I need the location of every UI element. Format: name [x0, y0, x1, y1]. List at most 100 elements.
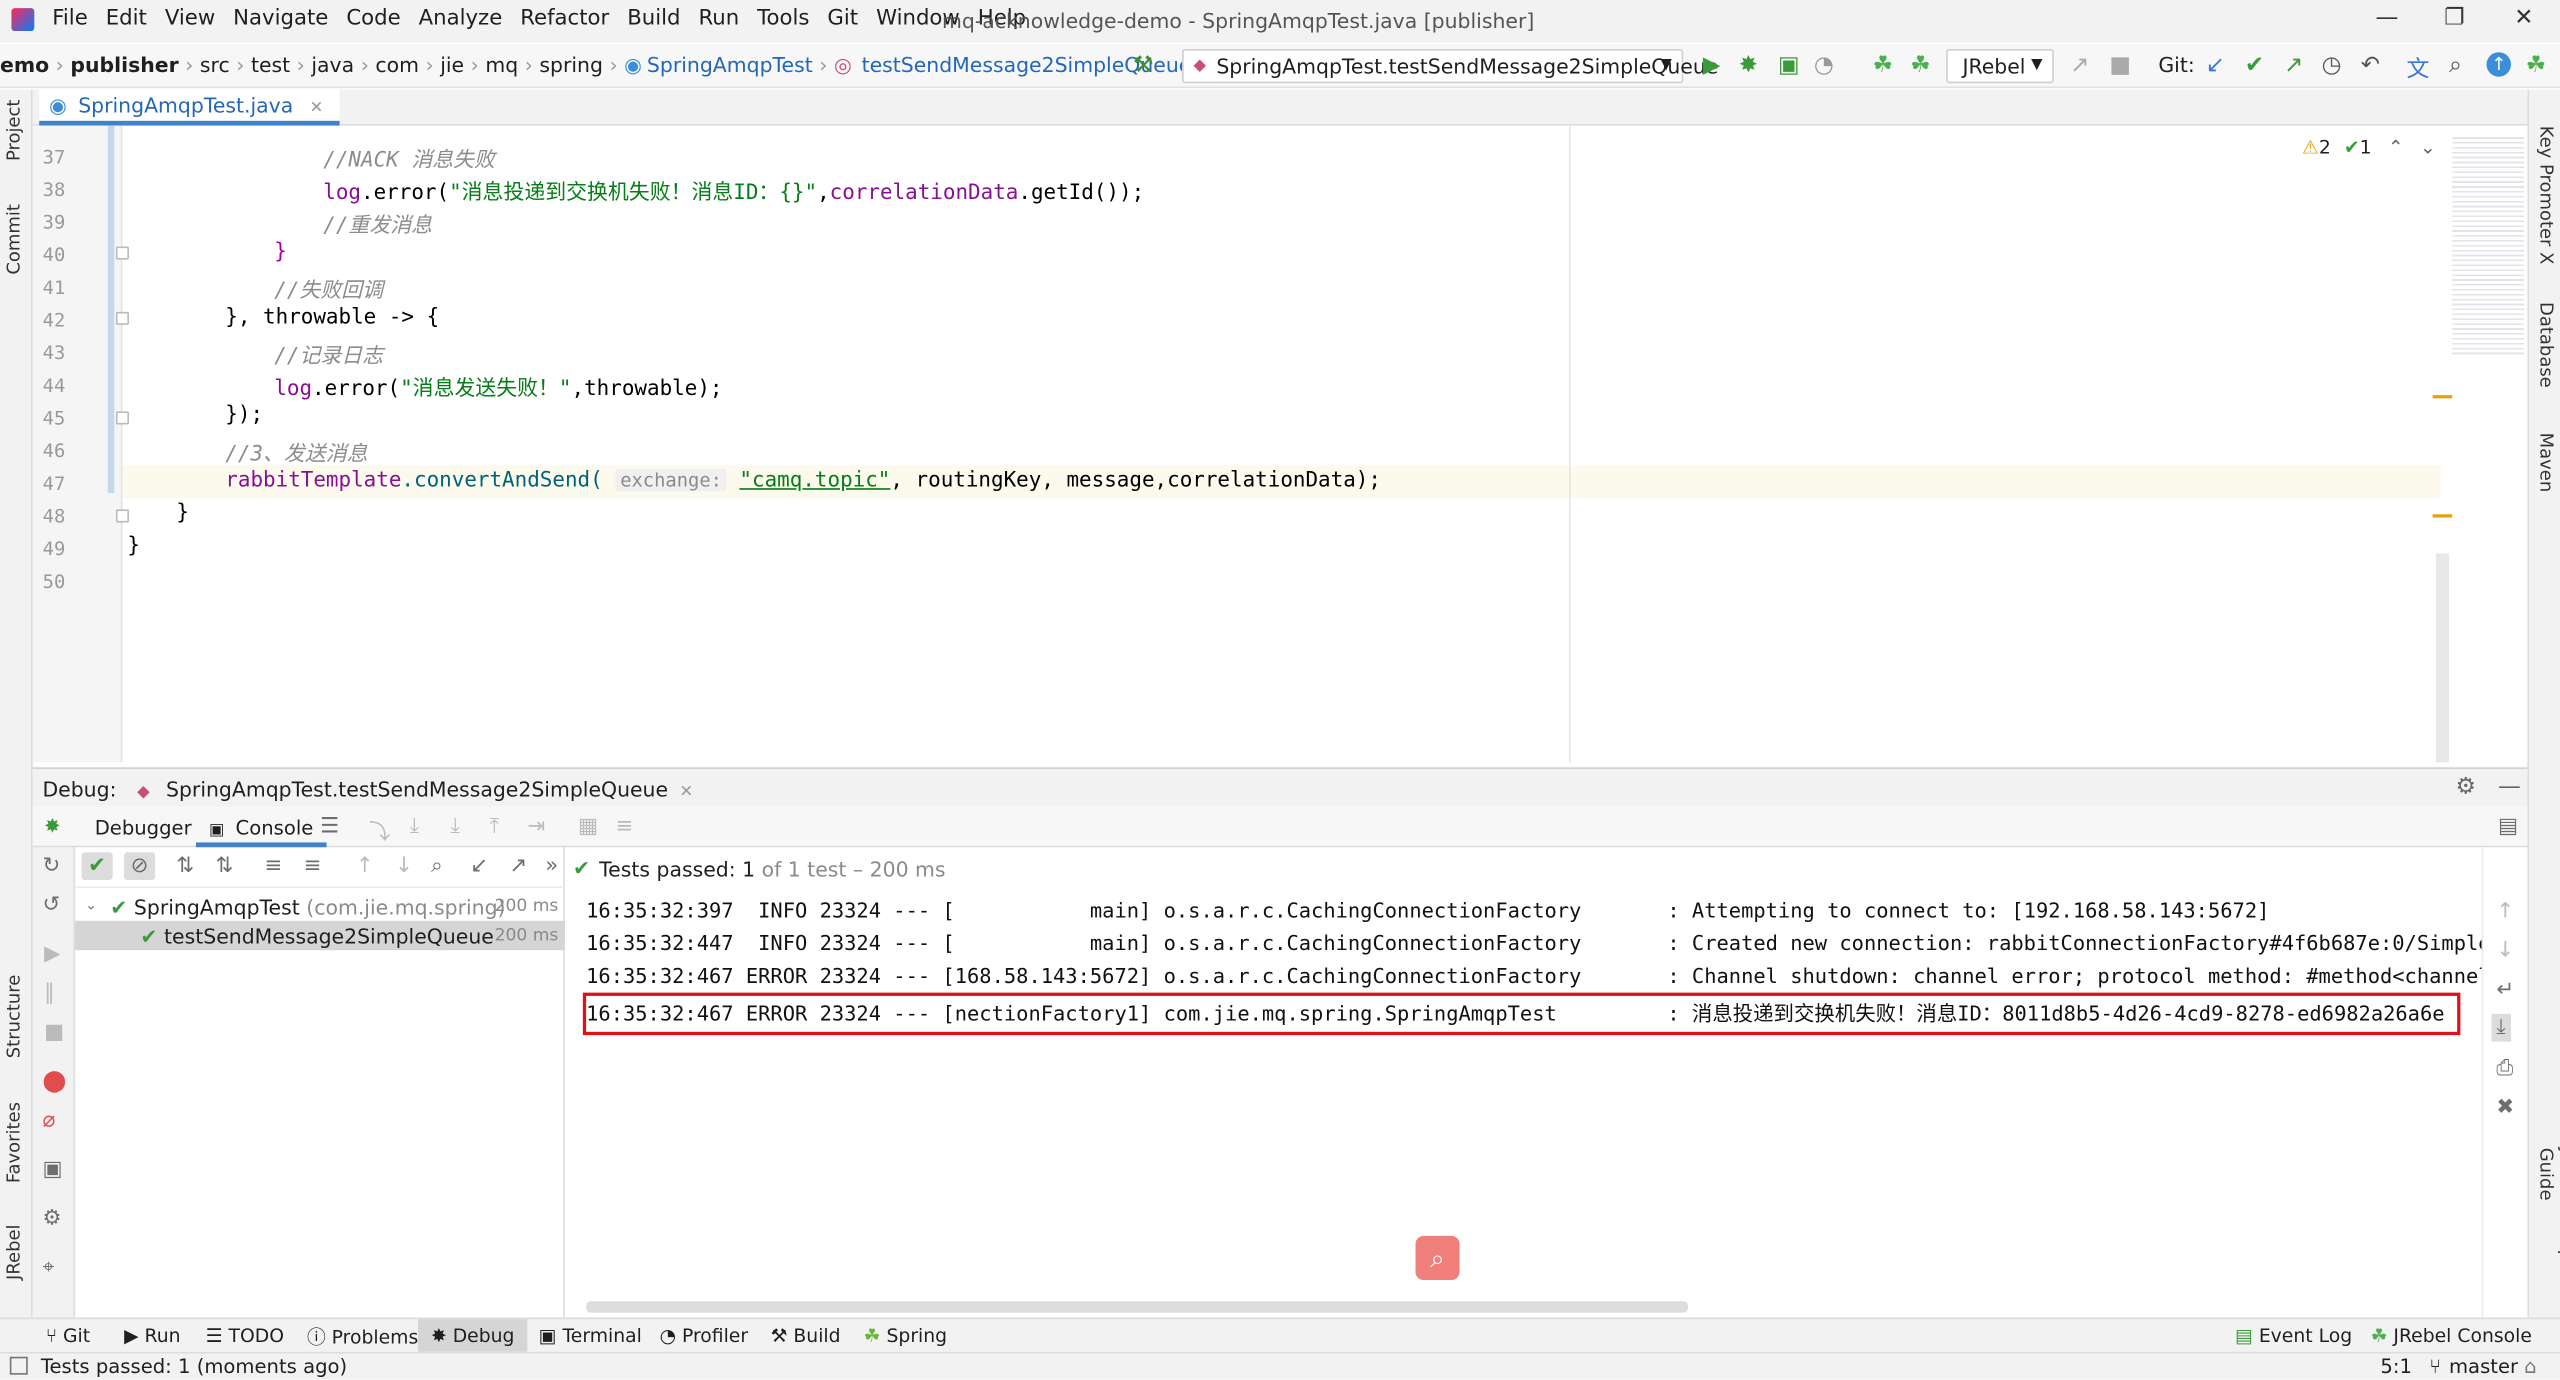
layout-settings-icon[interactable]: ▤ [2498, 815, 2518, 839]
history-icon[interactable]: ◷ [2322, 52, 2342, 78]
tool-profiler[interactable]: ◔ Profiler [660, 1324, 748, 1347]
crumb-src[interactable]: src [200, 52, 230, 76]
menu-run[interactable]: Run [698, 7, 739, 31]
menu-tools[interactable]: Tools [757, 7, 809, 31]
jrebel-select[interactable]: JRebel ▼ [1946, 48, 2054, 84]
menu-analyze[interactable]: Analyze [419, 7, 503, 31]
profile-icon[interactable]: ◔ [1814, 52, 1834, 78]
tool-run[interactable]: ▶ Run [124, 1324, 180, 1347]
more-icon[interactable]: » [545, 854, 558, 878]
crumb-class[interactable]: SpringAmqpTest [647, 52, 813, 76]
scroll-down-icon[interactable]: ↓ [2496, 939, 2514, 963]
tool-jrebel-guide[interactable]: JRebel Setup Guide [2536, 1148, 2560, 1318]
run-icon[interactable]: ▶ [1703, 52, 1721, 78]
translate-icon[interactable]: 文 [2407, 52, 2430, 85]
debug-icon[interactable]: ✸ [1739, 52, 1758, 78]
sort-duration-icon[interactable]: ⇅ [216, 854, 234, 878]
next-failed-icon[interactable]: ↓ [395, 854, 413, 878]
fold-marker[interactable] [115, 509, 129, 523]
tool-debug[interactable]: ✸ Debug [417, 1319, 528, 1352]
tool-spring[interactable]: ☘ Spring [864, 1324, 947, 1347]
run-to-cursor-icon[interactable]: ⇥ [527, 815, 545, 839]
step-over-icon[interactable]: ⤵ [369, 815, 390, 845]
tool-key-promoter[interactable]: Key Promoter X [2536, 126, 2557, 265]
tool-todo[interactable]: ☰ TODO [206, 1324, 284, 1347]
tool-event-log[interactable]: ▤ Event Log [2235, 1324, 2352, 1347]
resume-icon[interactable]: ▶ [44, 942, 60, 966]
jrebel-debug-icon[interactable]: ☘ [1910, 52, 1931, 78]
mute-breakpoints-icon[interactable]: ⌀ [42, 1109, 55, 1133]
tool-maven[interactable]: Maven [2536, 433, 2557, 493]
close-tab-icon[interactable]: ✕ [679, 784, 693, 802]
run-configuration-select[interactable]: ◆ SpringAmqpTest.testSendMessage2SimpleQ… [1182, 48, 1718, 84]
show-ignored-icon[interactable]: ⊘ [124, 852, 155, 880]
stop-icon[interactable]: ■ [2109, 52, 2131, 78]
crumb-spring[interactable]: spring [539, 52, 603, 76]
menu-view[interactable]: View [165, 7, 215, 31]
settings-gear-icon[interactable]: ⚙ [42, 1207, 61, 1231]
crumb-project[interactable]: emo [0, 52, 49, 76]
evaluate-icon[interactable]: ▦ [578, 815, 598, 839]
fold-marker[interactable] [115, 311, 129, 325]
force-step-into-icon[interactable]: ⤓ [451, 815, 460, 839]
scrollbar-thumb[interactable] [2435, 553, 2449, 763]
pin-icon[interactable]: ⌖ [42, 1256, 54, 1280]
rerun-icon[interactable]: ↻ [42, 854, 60, 878]
crumb-java[interactable]: java [311, 52, 354, 76]
caret-position[interactable]: 5:1 [2380, 1355, 2412, 1378]
collapse-all-icon[interactable]: ≡ [304, 854, 322, 878]
tool-structure[interactable]: Structure [3, 975, 24, 1059]
build-hammer-icon[interactable]: ⚒ [1133, 52, 1154, 78]
step-out-icon[interactable]: ⤒ [490, 815, 499, 839]
export-icon[interactable]: ↗ [509, 854, 527, 878]
crumb-test[interactable]: test [251, 52, 290, 76]
search-bubble-icon[interactable]: ⌕ [1415, 1235, 1460, 1280]
menu-build[interactable]: Build [627, 7, 680, 31]
camera-icon[interactable]: ▣ [42, 1158, 62, 1182]
tree-row-class[interactable]: ⌄ ✔ SpringAmqpTest (com.jie.mq.spring) 2… [75, 891, 565, 920]
minimize-icon[interactable]: — [2376, 5, 2399, 31]
tab-springamqptest[interactable]: ◉ SpringAmqpTest.java ✕ [39, 89, 340, 126]
scroll-to-end-icon[interactable]: ⤓ [2491, 1013, 2511, 1042]
jrebel-logo-icon[interactable]: ☘ [2526, 52, 2547, 78]
import-icon[interactable]: ↙ [470, 854, 488, 878]
layout-icon[interactable]: ☰ [320, 815, 339, 839]
view-breakpoints-icon[interactable]: ⬤ [42, 1069, 66, 1093]
print-icon[interactable]: ⎙ [2496, 1056, 2513, 1080]
menu-file[interactable]: File [52, 7, 88, 31]
tree-row-method[interactable]: ✔ testSendMessage2SimpleQueue 200 ms [75, 920, 565, 951]
debug-session-tab[interactable]: ◆ SpringAmqpTest.testSendMessage2SimpleQ… [137, 777, 693, 801]
menu-navigate[interactable]: Navigate [233, 7, 328, 31]
lock-icon[interactable]: ⌂ [2524, 1355, 2536, 1378]
history-search-icon[interactable]: ⌕ [431, 854, 443, 878]
tool-database[interactable]: Database [2536, 302, 2557, 388]
prev-failed-icon[interactable]: ↑ [356, 854, 374, 878]
hide-icon[interactable]: — [2498, 774, 2521, 800]
rollback-icon[interactable]: ↶ [2361, 52, 2380, 78]
stop-icon[interactable]: ■ [44, 1020, 64, 1044]
close-tab-icon[interactable]: ✕ [310, 100, 324, 118]
scroll-up-icon[interactable]: ↑ [2496, 900, 2514, 924]
maximize-icon[interactable]: ❐ [2444, 5, 2465, 31]
fold-marker[interactable] [115, 246, 129, 260]
crumb-mq[interactable]: mq [485, 52, 518, 76]
warning-stripe[interactable] [2432, 395, 2453, 399]
tool-terminal[interactable]: ▣ Terminal [539, 1324, 642, 1347]
soft-wrap-icon[interactable]: ↵ [2496, 978, 2514, 1002]
tool-git[interactable]: ⑂ Git [46, 1324, 90, 1347]
pause-icon[interactable]: ‖ [44, 981, 55, 1005]
tool-favorites[interactable]: Favorites [3, 1102, 24, 1183]
crumb-jie[interactable]: jie [440, 52, 464, 76]
tool-jrebel[interactable]: JRebel [3, 1224, 24, 1279]
tool-jrebel-console[interactable]: ☘ JRebel Console [2371, 1324, 2532, 1347]
clear-trash-icon[interactable]: ✖ [2496, 1096, 2514, 1120]
menu-edit[interactable]: Edit [106, 7, 147, 31]
menu-git[interactable]: Git [827, 7, 858, 31]
crumb-module[interactable]: publisher [70, 52, 178, 76]
tool-project[interactable]: Project [3, 100, 24, 161]
warning-stripe[interactable] [2432, 514, 2453, 518]
close-icon[interactable]: ✕ [2514, 5, 2533, 31]
settings-gear-icon[interactable]: ⚙ [2456, 774, 2477, 800]
tool-build[interactable]: ⚒ Build [771, 1324, 841, 1347]
menu-refactor[interactable]: Refactor [520, 7, 609, 31]
